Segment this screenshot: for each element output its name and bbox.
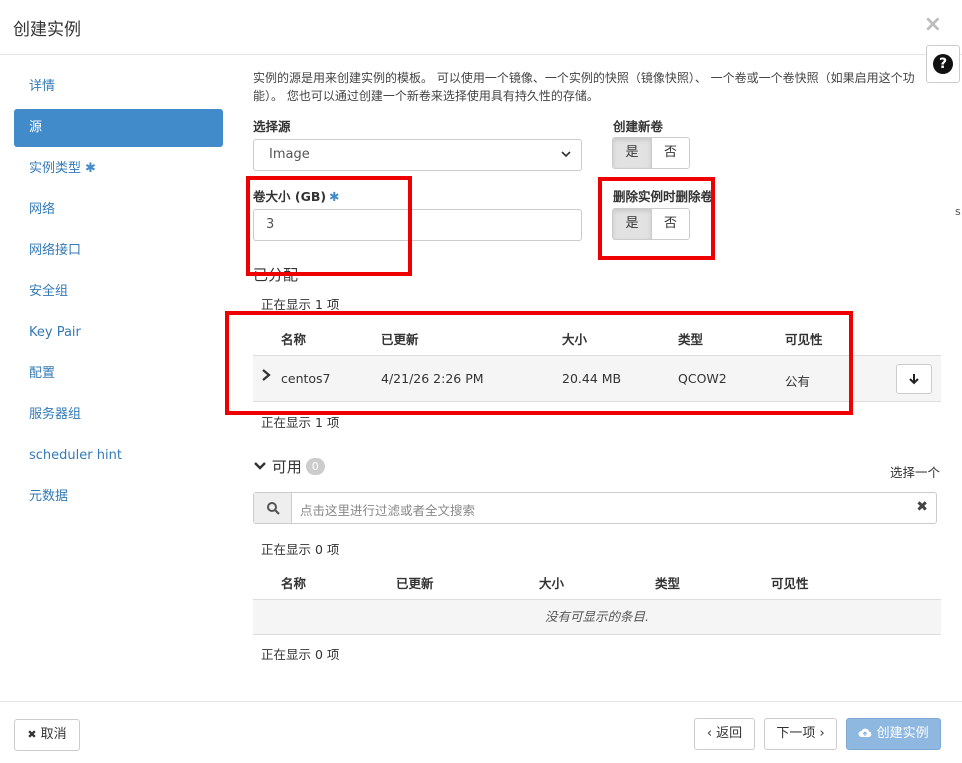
clear-icon[interactable]: ✖ <box>916 499 928 515</box>
available-header[interactable]: 可用 0 <box>253 456 325 477</box>
empty-table-message: 没有可显示的条目. <box>253 599 941 635</box>
create-volume-toggle: 是 否 <box>612 137 690 169</box>
available-table-header: 名称 已更新 大小 类型 可见性 <box>253 560 941 600</box>
create-volume-yes-button[interactable]: 是 <box>613 138 651 168</box>
sidebar-item-label: 实例类型 <box>29 161 82 176</box>
sidebar-item-label: 详情 <box>29 79 56 94</box>
available-count-top: 正在显示 0 项 <box>261 542 340 557</box>
annotation-box-volume-size <box>246 176 412 276</box>
sidebar-item-label: 源 <box>29 120 43 135</box>
create-instance-label: 创建实例 <box>876 726 929 741</box>
column-name: 名称 <box>281 576 307 591</box>
select-one-hint: 选择一个 <box>890 465 941 480</box>
next-button[interactable]: 下一项 › <box>764 718 837 750</box>
sidebar-item-server-groups[interactable]: 服务器组 <box>14 396 223 434</box>
sidebar-item-label: 配置 <box>29 366 56 381</box>
column-visibility: 可见性 <box>771 576 809 591</box>
sidebar-item-metadata[interactable]: 元数据 <box>14 478 223 516</box>
edge-glyph: s <box>955 205 961 218</box>
chevron-down-icon <box>561 151 571 158</box>
sidebar-item-source[interactable]: 源 <box>14 109 223 147</box>
select-source-dropdown[interactable]: Image <box>253 139 582 171</box>
available-title: 可用 <box>271 458 302 476</box>
available-count-badge: 0 <box>305 458 325 475</box>
arrow-down-icon <box>909 374 919 385</box>
close-icon: ✖ <box>27 728 37 741</box>
cancel-label: 取消 <box>40 727 67 742</box>
sidebar-item-label: 网络接口 <box>29 243 82 258</box>
sidebar-item-networks[interactable]: 网络 <box>14 191 223 229</box>
search-input[interactable]: 点击这里进行过滤或者全文搜索 <box>300 500 475 519</box>
column-updated: 已更新 <box>396 576 434 591</box>
select-source-value: Image <box>269 147 310 162</box>
wizard-sidebar: 详情 源 实例类型 ✱ 网络 网络接口 安全组 Key Pair 配置 服务器组 … <box>14 68 223 519</box>
available-count-bottom: 正在显示 0 项 <box>261 647 340 662</box>
annotation-box-delete-volume <box>598 177 715 260</box>
select-source-label: 选择源 <box>253 119 291 134</box>
sidebar-item-label: 服务器组 <box>29 407 82 422</box>
back-button[interactable]: ‹ 返回 <box>694 718 755 750</box>
search-icon <box>254 493 292 523</box>
cancel-button[interactable]: ✖ 取消 <box>14 719 80 751</box>
annotation-box-allocated <box>225 311 853 415</box>
sidebar-item-flavor[interactable]: 实例类型 ✱ <box>14 150 223 188</box>
sidebar-item-key-pair[interactable]: Key Pair <box>14 314 223 352</box>
create-volume-label: 创建新卷 <box>613 119 664 134</box>
create-volume-no-button[interactable]: 否 <box>651 138 689 168</box>
column-type: 类型 <box>655 576 681 591</box>
sidebar-item-network-ports[interactable]: 网络接口 <box>14 232 223 270</box>
modal-title: 创建实例 <box>13 20 81 40</box>
deallocate-button[interactable] <box>896 364 932 394</box>
sidebar-item-label: 元数据 <box>29 489 69 504</box>
sidebar-item-details[interactable]: 详情 <box>14 68 223 106</box>
search-bar: 点击这里进行过滤或者全文搜索 ✖ <box>253 492 937 524</box>
sidebar-item-label: 网络 <box>29 202 56 217</box>
chevron-down-icon <box>254 462 266 470</box>
sidebar-item-label: 安全组 <box>29 284 69 299</box>
sidebar-item-configuration[interactable]: 配置 <box>14 355 223 393</box>
sidebar-item-scheduler-hint[interactable]: scheduler hint <box>14 437 223 475</box>
sidebar-item-label: scheduler hint <box>29 448 122 463</box>
column-size: 大小 <box>539 576 565 591</box>
sidebar-item-label: Key Pair <box>29 325 81 340</box>
create-instance-button[interactable]: 创建实例 <box>846 718 941 750</box>
modal-footer: ✖ 取消 ‹ 返回 下一项 › 创建实例 <box>0 701 962 763</box>
cloud-upload-icon <box>858 728 872 737</box>
source-description: 实例的源是用来创建实例的模板。 可以使用一个镜像、一个实例的快照（镜像快照）、 … <box>253 71 915 103</box>
sidebar-item-security-groups[interactable]: 安全组 <box>14 273 223 311</box>
required-icon: ✱ <box>85 161 96 176</box>
